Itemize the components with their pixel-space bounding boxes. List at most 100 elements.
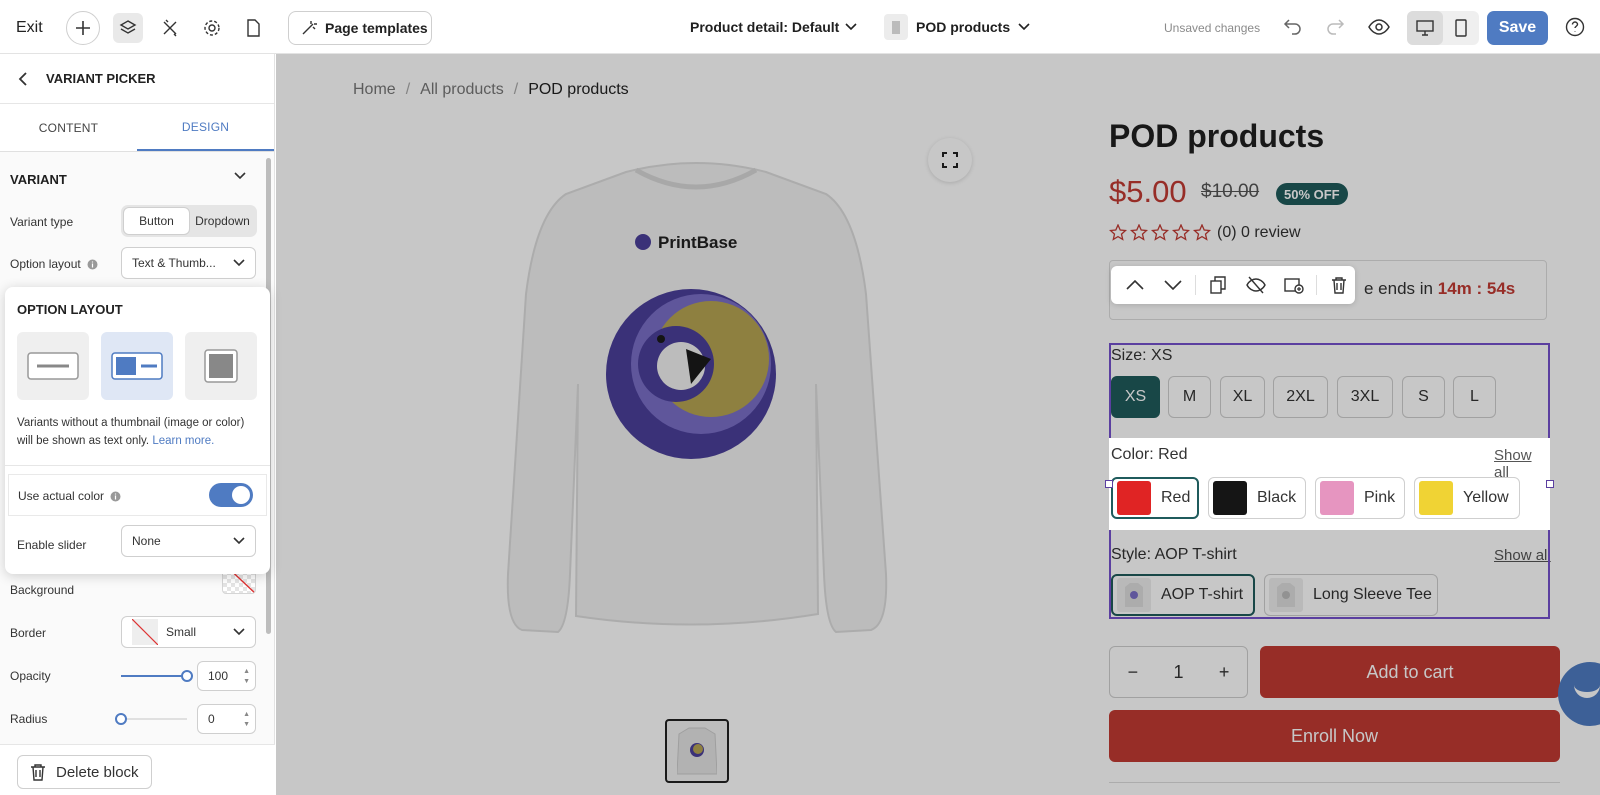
sale-countdown-text: e ends in 14m : 54s [1364,279,1515,299]
design-tools-button[interactable] [155,13,185,43]
enable-slider-select[interactable]: None [121,525,256,557]
border-select[interactable]: Small [121,616,256,648]
chevron-down-icon [1164,280,1182,290]
text-layout-icon [27,352,79,380]
magic-wand-icon [302,21,317,35]
help-button[interactable] [1565,17,1585,37]
radius-label: Radius [10,712,48,726]
breadcrumb-all-products[interactable]: All products [420,81,504,99]
enable-slider-value: None [132,534,161,548]
product-selector[interactable]: POD products [884,14,1030,40]
color-show-all-link[interactable]: Show all [1494,447,1550,481]
info-icon [110,491,121,501]
mobile-view-button[interactable] [1443,11,1479,45]
move-up-button[interactable] [1119,270,1151,300]
use-actual-color-toggle[interactable] [209,483,253,507]
stepper-arrows[interactable]: ▲ ▼ [243,710,250,730]
layout-option-text[interactable] [17,332,89,400]
radius-slider-handle[interactable] [115,713,127,725]
redo-icon [1327,19,1345,35]
learn-more-link[interactable]: Learn more. [152,435,214,447]
add-section-button[interactable] [66,11,100,45]
layout-option-thumbnail[interactable] [185,332,257,400]
back-arrow-icon[interactable] [18,71,28,86]
color-option-label: Color: Red [1111,446,1188,463]
option-layout-label-row: Option layout [10,257,98,271]
chevron-down-icon [845,23,857,31]
radius-slider-track[interactable] [121,718,187,720]
page-templates-button[interactable]: Page templates [288,11,432,45]
image-thumbnail[interactable] [665,719,729,783]
product-price: $5.00 [1109,174,1187,209]
use-actual-color-label-row: Use actual color [18,489,121,503]
stepper-arrows[interactable]: ▲ ▼ [243,667,250,687]
quantity-value[interactable]: 1 [1173,662,1183,683]
save-button[interactable]: Save [1487,11,1548,45]
quantity-decrease-button[interactable]: − [1128,662,1139,683]
delete-block-toolbar-button[interactable] [1323,270,1355,300]
expand-icon [942,152,958,168]
product-rating[interactable]: (0) 0 review [1109,224,1301,242]
option-layout-select[interactable]: Text & Thumb... [121,247,256,279]
color-swatch-yellow [1419,481,1453,515]
settings-button[interactable] [197,13,227,43]
preview-button[interactable] [1368,17,1390,37]
hide-button[interactable] [1240,270,1272,300]
tab-design[interactable]: DESIGN [137,104,274,151]
radius-input[interactable]: 0 ▲ ▼ [197,704,256,734]
opacity-slider-track[interactable] [121,675,185,677]
color-button-pink[interactable]: Pink [1315,477,1405,519]
sidebar-header: VARIANT PICKER [0,54,274,104]
color-button-yellow[interactable]: Yellow [1414,477,1520,519]
chat-widget-button[interactable] [1558,662,1600,726]
product-main-image[interactable]: PrintBase [486,154,906,654]
color-swatch-pink [1320,481,1354,515]
layers-button[interactable] [113,13,143,43]
breadcrumb: Home / All products / POD products [353,81,629,99]
save-as-template-button[interactable] [1278,270,1310,300]
exit-button[interactable]: Exit [16,19,43,37]
collapse-section-button[interactable] [234,172,246,180]
popup-divider [5,465,270,466]
variant-type-button-option[interactable]: Button [123,207,190,235]
pages-button[interactable] [238,13,268,43]
page-selector[interactable]: Product detail: Default [690,19,857,35]
redo-button[interactable] [1325,16,1345,36]
resize-handle-right[interactable] [1546,480,1554,488]
add-to-cart-button[interactable]: Add to cart [1260,646,1560,698]
color-name-black: Black [1257,489,1297,506]
variant-type-dropdown-option[interactable]: Dropdown [190,207,255,235]
desktop-view-button[interactable] [1407,11,1443,45]
chevron-down-icon [233,259,245,267]
chevron-up-icon [1126,280,1144,290]
color-name-pink: Pink [1364,489,1396,506]
opacity-slider-handle[interactable] [181,670,193,682]
layout-option-text-thumbnail[interactable] [101,332,173,400]
breadcrumb-home[interactable]: Home [353,81,396,99]
undo-button[interactable] [1283,16,1303,36]
delete-block-button[interactable]: Delete block [17,755,152,789]
color-name-red: Red [1161,489,1191,506]
layers-icon [119,20,137,34]
long-sleeve-shirt-image: PrintBase [506,162,888,634]
quantity-stepper: − 1 + [1109,646,1248,698]
tab-content[interactable]: CONTENT [0,104,137,151]
color-button-red[interactable]: Red [1111,477,1199,519]
top-toolbar: Exit Page templates Product detail: Defa… [0,0,1600,54]
page-canvas: Home / All products / POD products Print… [276,54,1600,795]
chevron-down-icon [233,537,245,545]
shirt-thumbnail-icon [677,727,717,775]
text-thumbnail-layout-icon [111,352,163,380]
opacity-input[interactable]: 100 ▲ ▼ [197,661,256,691]
move-down-button[interactable] [1157,270,1189,300]
enroll-now-button[interactable]: Enroll Now [1109,710,1560,762]
border-label: Border [10,626,47,640]
fullscreen-button[interactable] [928,138,972,182]
option-layout-popup: OPTION LAYOUT Variants without a thumbna… [5,287,270,574]
resize-handle-left[interactable] [1105,480,1113,488]
color-button-black[interactable]: Black [1208,477,1306,519]
breadcrumb-current: POD products [528,81,629,98]
product-thumbnail [884,14,908,40]
duplicate-button[interactable] [1202,270,1234,300]
quantity-increase-button[interactable]: + [1219,662,1230,683]
